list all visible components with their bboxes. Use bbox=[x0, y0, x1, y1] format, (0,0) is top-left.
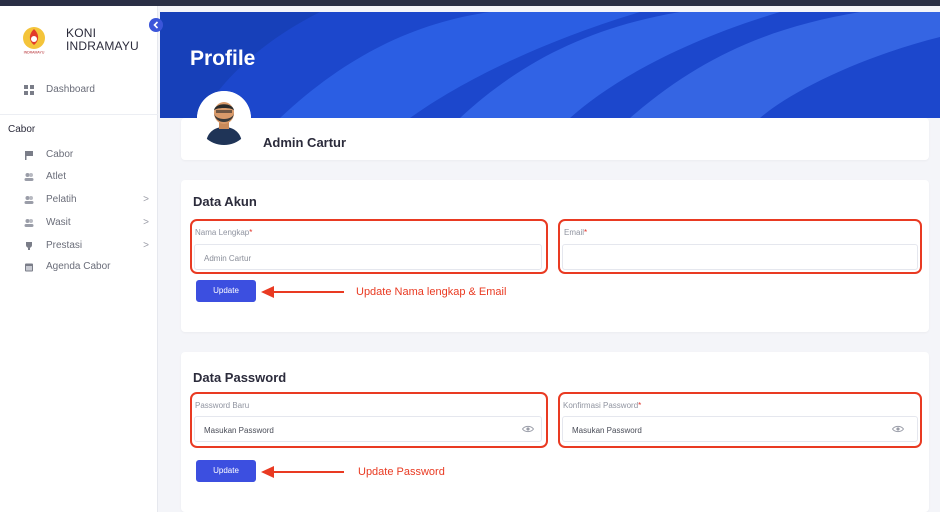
update-akun-button[interactable]: Update bbox=[196, 280, 256, 302]
sidebar: INDRAMAYU KONI INDRAMAYU Dashboard Cabor… bbox=[0, 6, 158, 512]
header-banner bbox=[160, 12, 940, 118]
sidebar-item-label: Wasit bbox=[46, 217, 71, 228]
brand-name: KONI INDRAMAYU bbox=[66, 27, 139, 53]
sidebar-item-agenda-cabor[interactable]: Agenda Cabor bbox=[24, 260, 149, 274]
chevron-right-icon: > bbox=[143, 194, 149, 205]
calendar-icon bbox=[25, 263, 33, 272]
brand[interactable]: INDRAMAYU KONI INDRAMAYU bbox=[14, 20, 154, 60]
annotation-update-password: Update Password bbox=[358, 466, 445, 478]
sidebar-item-dashboard[interactable]: Dashboard bbox=[24, 83, 149, 97]
annotation-box-email bbox=[558, 219, 922, 274]
sidebar-item-cabor[interactable]: Cabor bbox=[24, 148, 149, 162]
sidebar-item-atlet[interactable]: Atlet bbox=[24, 170, 149, 184]
flag-icon bbox=[25, 151, 33, 160]
arrow-left-icon bbox=[261, 466, 344, 478]
chevron-right-icon: > bbox=[143, 240, 149, 251]
annotation-update-akun: Update Nama lengkap & Email bbox=[356, 286, 507, 298]
user-avatar-icon bbox=[197, 91, 251, 145]
sidebar-item-pelatih[interactable]: Pelatih > bbox=[24, 193, 149, 207]
banner-pattern bbox=[160, 12, 940, 118]
sidebar-item-label: Pelatih bbox=[46, 194, 77, 205]
users-icon bbox=[24, 219, 34, 227]
arrow-left-icon bbox=[261, 286, 344, 298]
chevron-left-icon bbox=[153, 21, 159, 29]
annotation-box-password-baru bbox=[190, 392, 548, 448]
sidebar-item-label: Prestasi bbox=[46, 240, 83, 251]
annotation-box-nama bbox=[190, 219, 548, 274]
page-title: Profile bbox=[190, 47, 256, 70]
data-password-title: Data Password bbox=[193, 370, 287, 385]
sidebar-item-label: Dashboard bbox=[46, 84, 95, 95]
sidebar-section-title: Cabor bbox=[8, 124, 36, 135]
grid-icon bbox=[24, 85, 34, 95]
trophy-icon bbox=[26, 242, 32, 250]
sidebar-item-wasit[interactable]: Wasit > bbox=[24, 216, 149, 230]
chevron-right-icon: > bbox=[143, 217, 149, 228]
update-password-button[interactable]: Update bbox=[196, 460, 256, 482]
annotation-box-konfirmasi bbox=[558, 392, 922, 448]
profile-name: Admin Cartur bbox=[263, 135, 347, 150]
sidebar-item-label: Atlet bbox=[46, 171, 67, 182]
users-icon bbox=[24, 173, 34, 181]
sidebar-item-label: Cabor bbox=[46, 149, 74, 160]
data-akun-title: Data Akun bbox=[193, 194, 257, 209]
koni-logo: INDRAMAYU bbox=[21, 27, 47, 55]
users-icon bbox=[24, 196, 34, 204]
collapse-sidebar-button[interactable] bbox=[149, 18, 163, 32]
brand-line2: INDRAMAYU bbox=[66, 39, 139, 53]
avatar[interactable] bbox=[197, 91, 251, 145]
logo-text: INDRAMAYU bbox=[24, 51, 45, 55]
sidebar-item-prestasi[interactable]: Prestasi > bbox=[24, 239, 149, 253]
sidebar-item-label: Agenda Cabor bbox=[46, 261, 111, 272]
sidebar-divider bbox=[0, 114, 158, 115]
